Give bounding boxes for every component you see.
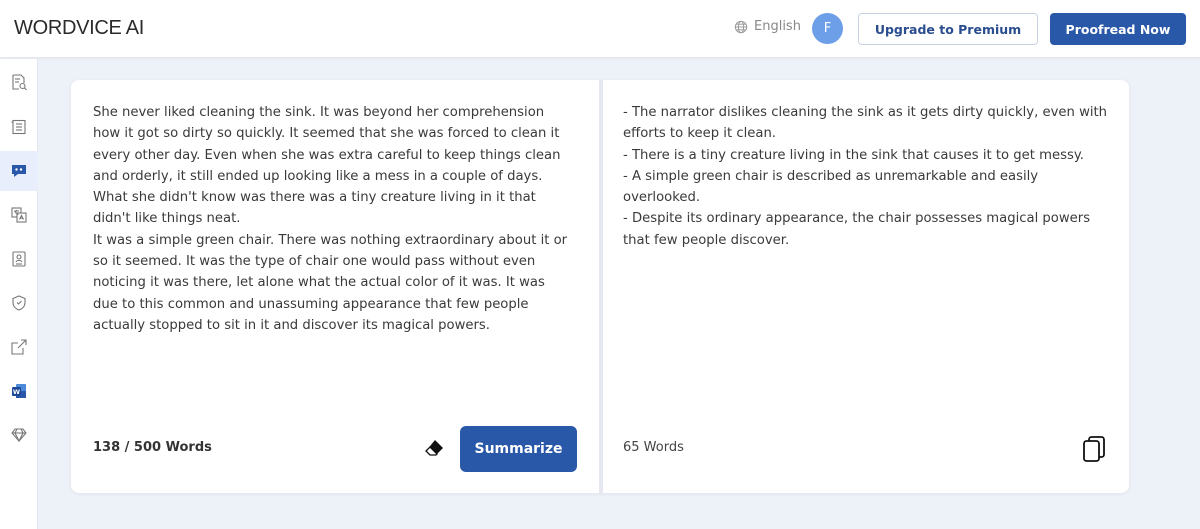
summarize-button[interactable]: Summarize — [460, 426, 577, 472]
upgrade-premium-button[interactable]: Upgrade to Premium — [858, 13, 1038, 45]
summarizer-panels: She never liked cleaning the sink. It wa… — [71, 80, 1129, 493]
copy-icon[interactable] — [1081, 435, 1107, 463]
sidebar-item-external[interactable] — [0, 327, 38, 367]
sidebar-item-cover-letter[interactable] — [0, 239, 38, 279]
external-link-icon — [11, 339, 27, 355]
globe-icon — [734, 20, 748, 33]
sidebar-item-documents[interactable] — [0, 107, 38, 147]
top-header: WORDVICE AI English F Upgrade to Premium… — [0, 0, 1200, 58]
shield-icon — [12, 295, 26, 311]
output-word-count: 65 Words — [623, 440, 684, 455]
eraser-icon[interactable] — [423, 437, 445, 459]
sidebar-item-word-addin[interactable]: W — [0, 371, 38, 411]
diamond-icon — [11, 428, 27, 443]
svg-text:W: W — [13, 388, 20, 396]
logo[interactable]: WORDVICE AI — [14, 17, 144, 40]
sidebar-item-summarizer[interactable] — [0, 151, 38, 191]
sidebar-item-translator[interactable] — [0, 195, 38, 235]
avatar[interactable]: F — [812, 13, 843, 44]
sidebar-item-premium[interactable] — [0, 415, 38, 455]
quote-bubble-icon — [12, 165, 26, 177]
sidebar: W — [0, 59, 38, 529]
summary-output-text: - The narrator dislikes cleaning the sin… — [623, 105, 1108, 248]
sidebar-item-ai-detector[interactable] — [0, 62, 38, 102]
language-label: English — [754, 19, 801, 34]
document-lines-icon — [11, 119, 26, 135]
input-text-area[interactable]: She never liked cleaning the sink. It wa… — [93, 102, 573, 336]
id-badge-icon — [12, 251, 26, 267]
language-selector[interactable]: English — [734, 19, 801, 34]
panel-divider — [599, 80, 603, 493]
input-word-count: 138 / 500 Words — [93, 440, 212, 455]
translate-icon — [11, 207, 27, 223]
sidebar-item-plagiarism[interactable] — [0, 283, 38, 323]
proofread-now-button[interactable]: Proofread Now — [1050, 13, 1186, 45]
word-app-icon: W — [12, 384, 26, 398]
document-search-icon — [12, 74, 27, 91]
